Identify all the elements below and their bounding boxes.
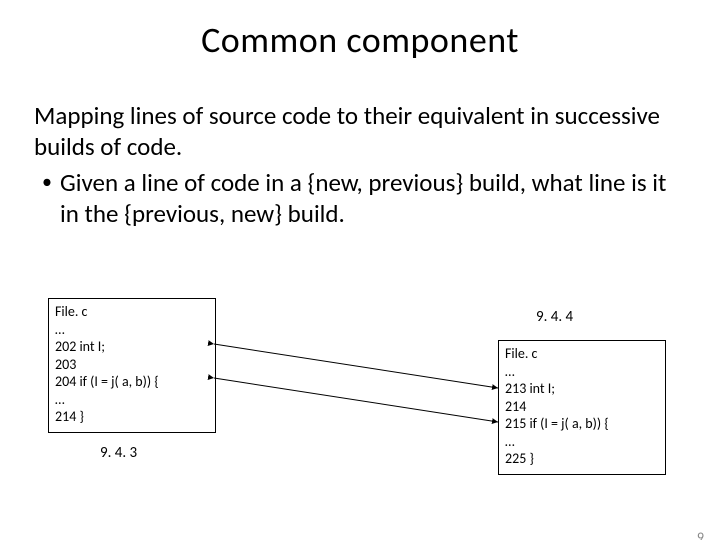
right-l6: 225 } (505, 450, 534, 467)
body-text: Mapping lines of source code to their eq… (34, 100, 686, 229)
right-l4: 215 if (I = j( a, b)) { (505, 415, 609, 432)
slide-number: 9 (697, 529, 704, 540)
version-label-left: 9. 4. 3 (100, 444, 137, 462)
right-l1: … (505, 363, 515, 380)
left-l6: 214 } (55, 408, 84, 425)
version-label-right: 9. 4. 4 (536, 308, 573, 326)
right-l5: … (505, 433, 515, 450)
left-l4: 204 if (I = j( a, b)) { (55, 373, 159, 390)
right-l2: 213 int I; (505, 380, 555, 397)
slide-title: Common component (0, 18, 720, 62)
right-l3: 214 (505, 398, 526, 415)
bullet-1-text: Given a line of code in a {new, previous… (60, 167, 686, 230)
code-box-left: File. c … 202 int I; 203 204 if (I = j( … (48, 298, 216, 433)
bullet-dot-icon: • (34, 167, 60, 230)
code-box-right: File. c … 213 int I; 214 215 if (I = j( … (498, 340, 666, 475)
left-l5: … (55, 391, 65, 408)
paragraph-1: Mapping lines of source code to their eq… (34, 100, 686, 163)
left-l3: 203 (55, 356, 76, 373)
left-l2: 202 int I; (55, 338, 105, 355)
left-filename: File. c (55, 303, 87, 320)
left-l1: … (55, 321, 65, 338)
right-filename: File. c (505, 345, 537, 362)
bullet-1: • Given a line of code in a {new, previo… (34, 167, 686, 230)
